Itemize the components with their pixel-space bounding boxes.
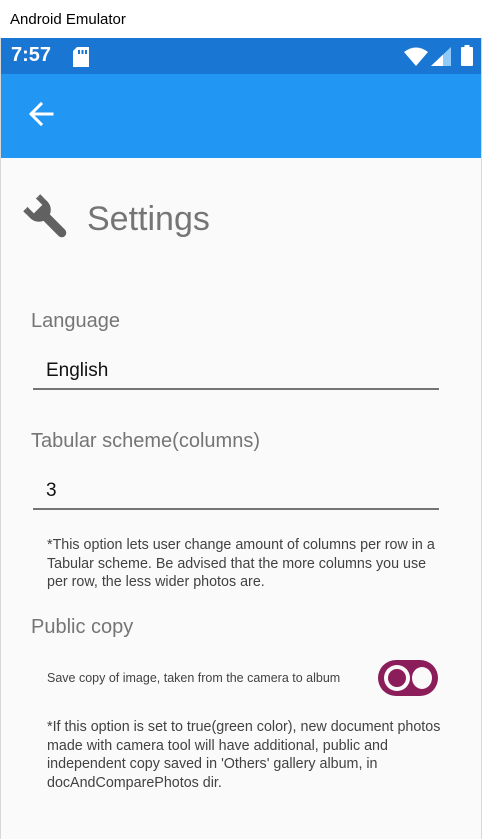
back-button[interactable]	[19, 96, 63, 136]
emulator-title-bar: Android Emulator	[0, 0, 482, 38]
public-copy-note: *If this option is set to true(green col…	[47, 719, 441, 791]
public-copy-label: Public copy	[31, 616, 134, 638]
columns-field[interactable]: 3	[33, 474, 439, 510]
page-title: Settings	[87, 199, 210, 238]
app-bar	[1, 74, 481, 158]
status-time: 7:57	[11, 44, 52, 66]
wifi-icon	[404, 47, 428, 71]
arrow-back-icon	[28, 101, 54, 132]
signal-icon	[431, 47, 451, 71]
tabular-scheme-label: Tabular scheme(columns)	[31, 430, 260, 452]
language-field[interactable]: English	[33, 354, 439, 390]
language-label: Language	[31, 310, 120, 332]
public-copy-switch[interactable]	[377, 658, 439, 698]
status-bar: 7:57	[1, 38, 481, 74]
emulator-title: Android Emulator	[10, 10, 126, 28]
page-header: Settings	[23, 194, 210, 244]
battery-icon	[461, 45, 473, 71]
sd-card-icon	[73, 47, 89, 72]
tabular-scheme-note: *This option lets user change amount of …	[47, 537, 435, 590]
phone-screen: 7:57 Settings Language English Tabular s…	[0, 38, 482, 839]
public-copy-toggle-label: Save copy of image, taken from the camer…	[47, 671, 341, 685]
wrench-icon	[23, 194, 73, 244]
